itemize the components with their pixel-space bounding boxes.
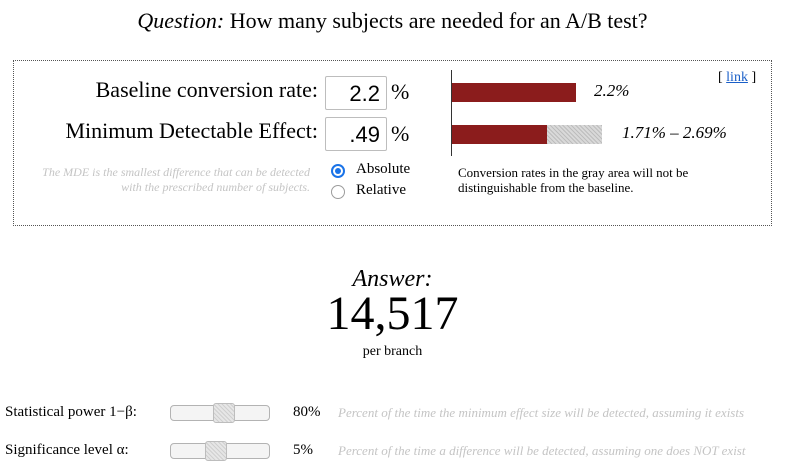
significance-value: 5% xyxy=(293,442,313,458)
power-value: 80% xyxy=(293,404,321,420)
power-label: Statistical power 1−β: xyxy=(5,404,137,420)
question-prefix: Question: xyxy=(137,8,225,33)
mde-percent: % xyxy=(391,121,410,146)
baseline-input[interactable]: 2.2 xyxy=(325,76,387,110)
significance-label: Significance level α: xyxy=(5,442,129,458)
radio-relative[interactable] xyxy=(331,185,345,199)
link-wrapper: [ link ] xyxy=(718,70,756,86)
gray-area-note: Conversion rates in the gray area will n… xyxy=(458,165,689,195)
baseline-bar xyxy=(452,83,576,102)
radio-absolute[interactable] xyxy=(331,164,345,178)
significance-description: Percent of the time a difference will be… xyxy=(338,443,746,458)
permalink-link[interactable]: link xyxy=(726,70,748,85)
mde-label: Minimum Detectable Effect: xyxy=(65,118,318,143)
answer-unit: per branch xyxy=(362,344,423,359)
baseline-bar-label: 2.2% xyxy=(594,81,630,100)
page-title: Question: How many subjects are needed f… xyxy=(0,8,785,34)
power-slider-thumb[interactable] xyxy=(212,403,235,423)
mde-hint: The MDE is the smallest difference that … xyxy=(42,165,310,194)
baseline-label: Baseline conversion rate: xyxy=(95,77,318,102)
question-text: How many subjects are needed for an A/B … xyxy=(229,8,648,33)
link-open-bracket: [ xyxy=(718,70,727,85)
mde-bar-lower xyxy=(452,125,547,144)
mde-input[interactable]: .49 xyxy=(325,117,387,151)
link-close-bracket: ] xyxy=(747,70,757,85)
radio-relative-label[interactable]: Relative xyxy=(356,182,406,199)
mde-bar-range xyxy=(547,125,602,144)
answer-value: 14,517 xyxy=(326,287,459,340)
power-description: Percent of the time the minimum effect s… xyxy=(338,405,745,420)
significance-slider-thumb[interactable] xyxy=(205,441,228,461)
radio-absolute-label[interactable]: Absolute xyxy=(356,161,410,178)
baseline-percent: % xyxy=(391,79,410,104)
range-label: 1.71% – 2.69% xyxy=(622,123,727,142)
